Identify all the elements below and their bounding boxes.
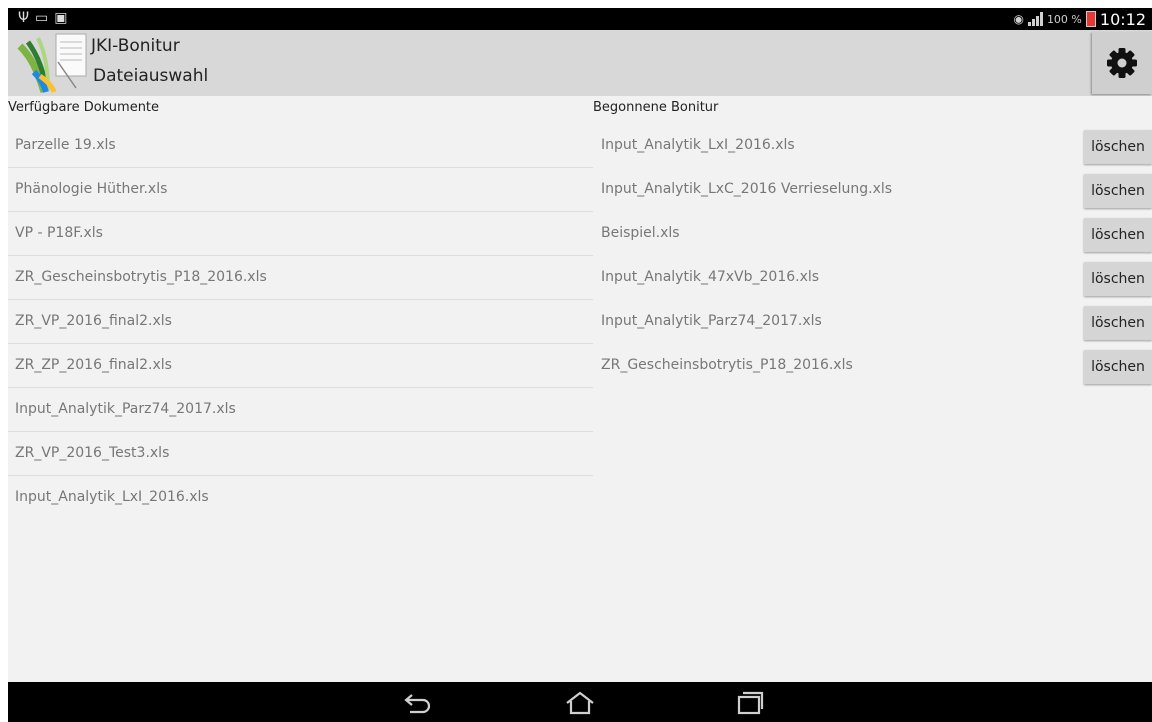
screen-cast-icon: ▭ bbox=[35, 10, 55, 26]
delete-button[interactable]: löschen bbox=[1084, 262, 1152, 296]
recent-apps-button[interactable] bbox=[730, 690, 770, 716]
list-item[interactable]: ZR_Gescheinsbotrytis_P18_2016.xls bbox=[8, 256, 593, 300]
notification-icons: Ψ▭▣ bbox=[18, 10, 74, 26]
battery-icon bbox=[1085, 11, 1096, 27]
home-button[interactable] bbox=[560, 690, 600, 716]
action-bar: JKI-Bonitur Dateiauswahl bbox=[8, 30, 1152, 96]
available-documents-list: Parzelle 19.xls Phänologie Hüther.xls VP… bbox=[8, 124, 593, 520]
app-logo bbox=[14, 32, 90, 94]
recent-apps-icon bbox=[737, 691, 764, 715]
battery-percent: 100 % bbox=[1046, 12, 1082, 26]
available-documents-header: Verfügbare Dokumente bbox=[8, 100, 160, 115]
system-status: ◉ 100 % 10:12 bbox=[1013, 9, 1146, 29]
list-item[interactable]: Input_Analytik_LxI_2016.xls löschen bbox=[593, 124, 1152, 168]
list-item[interactable]: Input_Analytik_LxI_2016.xls bbox=[8, 476, 593, 520]
delete-button[interactable]: löschen bbox=[1084, 130, 1152, 164]
list-item[interactable]: ZR_VP_2016_final2.xls bbox=[8, 300, 593, 344]
document-name: ZR_VP_2016_Test3.xls bbox=[15, 445, 170, 461]
document-name: Phänologie Hüther.xls bbox=[15, 181, 168, 197]
list-item[interactable]: ZR_VP_2016_Test3.xls bbox=[8, 432, 593, 476]
clock: 10:12 bbox=[1099, 9, 1146, 29]
list-item[interactable]: Beispiel.xls löschen bbox=[593, 212, 1152, 256]
document-name: ZR_ZP_2016_final2.xls bbox=[15, 357, 172, 373]
list-item[interactable]: VP - P18F.xls bbox=[8, 212, 593, 256]
document-name: Parzelle 19.xls bbox=[15, 137, 116, 153]
screen-subtitle: Dateiauswahl bbox=[93, 66, 209, 86]
navigation-bar bbox=[8, 682, 1152, 722]
settings-button[interactable] bbox=[1092, 32, 1152, 94]
gear-icon bbox=[1107, 48, 1137, 78]
list-item[interactable]: Input_Analytik_LxC_2016 Verrieselung.xls… bbox=[593, 168, 1152, 212]
list-item[interactable]: ZR_ZP_2016_final2.xls bbox=[8, 344, 593, 388]
sim-icon: ▣ bbox=[54, 10, 74, 26]
list-item[interactable]: Phänologie Hüther.xls bbox=[8, 168, 593, 212]
rating-name: Input_Analytik_LxI_2016.xls bbox=[601, 137, 795, 153]
rating-name: ZR_Gescheinsbotrytis_P18_2016.xls bbox=[601, 357, 853, 373]
document-name: ZR_VP_2016_final2.xls bbox=[15, 313, 172, 329]
delete-button[interactable]: löschen bbox=[1084, 306, 1152, 340]
home-icon bbox=[566, 691, 594, 715]
document-name: Input_Analytik_Parz74_2017.xls bbox=[15, 401, 236, 417]
document-name: ZR_Gescheinsbotrytis_P18_2016.xls bbox=[15, 269, 267, 285]
list-item[interactable]: Input_Analytik_Parz74_2017.xls bbox=[8, 388, 593, 432]
back-icon bbox=[404, 694, 431, 714]
back-button[interactable] bbox=[398, 690, 438, 716]
app-title: JKI-Bonitur bbox=[91, 36, 180, 56]
delete-button[interactable]: löschen bbox=[1084, 350, 1152, 384]
app-screen: Ψ▭▣ ◉ 100 % 10:12 JKI-Bonitur Dateiauswa… bbox=[0, 0, 1152, 722]
list-item[interactable]: ZR_Gescheinsbotrytis_P18_2016.xls lösche… bbox=[593, 344, 1152, 388]
started-ratings-header: Begonnene Bonitur bbox=[593, 100, 719, 115]
started-ratings-list: Input_Analytik_LxI_2016.xls löschen Inpu… bbox=[593, 124, 1152, 388]
list-item[interactable]: Parzelle 19.xls bbox=[8, 124, 593, 168]
rating-name: Input_Analytik_Parz74_2017.xls bbox=[601, 313, 822, 329]
rating-name: Input_Analytik_LxC_2016 Verrieselung.xls bbox=[601, 181, 893, 197]
list-item[interactable]: Input_Analytik_47xVb_2016.xls löschen bbox=[593, 256, 1152, 300]
document-name: VP - P18F.xls bbox=[15, 225, 103, 241]
delete-button[interactable]: löschen bbox=[1084, 218, 1152, 252]
list-item[interactable]: Input_Analytik_Parz74_2017.xls löschen bbox=[593, 300, 1152, 344]
rating-name: Input_Analytik_47xVb_2016.xls bbox=[601, 269, 820, 285]
delete-button[interactable]: löschen bbox=[1084, 174, 1152, 208]
file-selection-content: Verfügbare Dokumente Begonnene Bonitur P… bbox=[8, 96, 1152, 682]
wifi-icon: ◉ bbox=[1013, 12, 1024, 26]
usb-icon: Ψ bbox=[18, 10, 36, 26]
document-name: Input_Analytik_LxI_2016.xls bbox=[15, 489, 209, 505]
status-bar: Ψ▭▣ ◉ 100 % 10:12 bbox=[8, 8, 1152, 30]
signal-icon bbox=[1027, 12, 1043, 26]
rating-name: Beispiel.xls bbox=[601, 225, 680, 241]
